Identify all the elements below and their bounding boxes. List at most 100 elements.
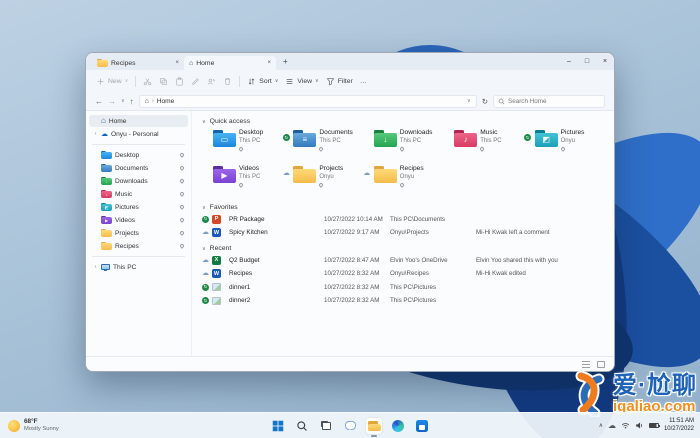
expand-chevron-icon[interactable]: ›: [93, 264, 98, 270]
search-box[interactable]: [493, 95, 605, 108]
copy-button[interactable]: [159, 77, 168, 86]
maximize-button[interactable]: □: [578, 53, 596, 70]
refresh-button[interactable]: ↻: [482, 97, 488, 106]
sidebar-item-pictures[interactable]: ◩ Pictures: [89, 201, 188, 213]
file-explorer-button[interactable]: [366, 418, 382, 434]
section-header-favorites[interactable]: ∨ Favorites: [202, 204, 604, 211]
this-pc-icon: [101, 264, 110, 270]
up-button[interactable]: ↑: [130, 97, 134, 106]
quick-access-tile-documents[interactable]: ↻ ≡ DocumentsThis PC: [282, 129, 362, 160]
file-row-q2-budget[interactable]: ☁ X Q2 Budget 10/27/2022 8:47 AM Elvin Y…: [202, 254, 604, 267]
cut-icon: [143, 77, 152, 86]
section-header-quick-access[interactable]: ∨ Quick access: [202, 118, 604, 125]
sidebar-item-music[interactable]: ♪ Music: [89, 188, 188, 200]
sidebar-item-desktop[interactable]: Desktop: [89, 149, 188, 161]
start-button[interactable]: [270, 418, 286, 434]
tab-recipes[interactable]: Recipes ×: [92, 56, 184, 70]
section-header-recent[interactable]: ∨ Recent: [202, 245, 604, 252]
share-button[interactable]: [207, 77, 216, 86]
sidebar-item-videos[interactable]: ▶ Videos: [89, 214, 188, 226]
tab-close-icon[interactable]: ×: [267, 60, 271, 66]
sidebar-item-this-pc[interactable]: › This PC: [89, 261, 188, 273]
file-row-recipes[interactable]: ☁ W Recipes 10/27/2022 8:32 AM Onyu\Reci…: [202, 268, 604, 281]
sidebar-item-projects[interactable]: Projects: [89, 227, 188, 239]
weather-widget[interactable]: 68°F Mostly Sunny: [8, 413, 59, 438]
quick-access-tile-downloads[interactable]: ↓ DownloadsThis PC: [363, 129, 443, 160]
quick-access-tile-videos[interactable]: ▶ VideosThis PC: [202, 165, 282, 196]
quick-access-tile-music[interactable]: ♪ MusicThis PC: [443, 129, 523, 160]
quick-access-tile-projects[interactable]: ☁ ProjectsOnyu: [282, 165, 362, 196]
file-row-dinner2[interactable]: ↻ dinner2 10/27/2022 8:32 AM This PC\Pic…: [202, 295, 604, 308]
cut-button[interactable]: [143, 77, 152, 86]
cloud-status-icon: ☁: [363, 170, 370, 177]
watermark: 爱·尬聊 igaliao.com: [569, 371, 697, 417]
view-button[interactable]: View ∨: [285, 77, 318, 86]
quick-access-tile-recipes[interactable]: ☁ RecipesOnyu: [363, 165, 443, 196]
collapse-chevron-icon[interactable]: ∨: [202, 205, 206, 211]
chevron-down-icon: ∨: [315, 78, 319, 84]
sidebar-item-documents[interactable]: Documents: [89, 162, 188, 174]
thumbnail-view-toggle[interactable]: [597, 361, 605, 368]
sort-button[interactable]: Sort ∨: [247, 77, 278, 86]
hidden-icons-chevron[interactable]: ∧: [599, 423, 603, 429]
file-row-pr-package[interactable]: ↻ P PR Package 10/27/2022 10:14 AM This …: [202, 213, 604, 226]
navigation-bar: ← → ∨ ↑ ⌂ › Home ∨ ↻: [86, 92, 614, 111]
search-input[interactable]: [508, 98, 600, 105]
breadcrumb[interactable]: ⌂ › Home ∨: [139, 95, 477, 108]
sidebar-item-home[interactable]: ⌂ Home: [89, 115, 188, 127]
filter-button[interactable]: Filter: [326, 77, 353, 86]
delete-button[interactable]: [223, 77, 232, 86]
new-tab-button[interactable]: +: [283, 57, 288, 66]
breadcrumb-item-home[interactable]: Home: [157, 98, 175, 105]
minimize-button[interactable]: –: [560, 53, 578, 70]
tab-close-icon[interactable]: ×: [175, 60, 179, 66]
back-button[interactable]: ←: [95, 97, 103, 106]
folder-icon: [293, 166, 316, 183]
pin-icon: [238, 183, 244, 189]
chat-button[interactable]: [342, 418, 358, 434]
folder-icon: [97, 59, 108, 67]
filter-icon: [326, 77, 335, 86]
search-button[interactable]: [294, 418, 310, 434]
watermark-brand: 爱·尬聊: [613, 374, 697, 398]
sidebar-item-recipes[interactable]: Recipes: [89, 240, 188, 252]
tab-home[interactable]: ⌂ Home ×: [184, 56, 276, 70]
more-options-button[interactable]: …: [360, 78, 367, 85]
music-folder-icon: ♪: [101, 190, 112, 198]
forward-button[interactable]: →: [108, 97, 116, 106]
battery-icon[interactable]: [649, 423, 659, 429]
clock[interactable]: 11:51 AM 10/27/2022: [664, 418, 694, 433]
sidebar-item-downloads[interactable]: ↓ Downloads: [89, 175, 188, 187]
onedrive-tray-icon[interactable]: ☁: [608, 422, 616, 430]
quick-access-tile-pictures[interactable]: ↻ ◩ PicturesOnyu: [524, 129, 604, 160]
file-row-dinner1[interactable]: ↻ dinner1 10/27/2022 8:32 AM This PC\Pic…: [202, 281, 604, 294]
collapse-chevron-icon[interactable]: ∨: [202, 119, 206, 125]
new-button[interactable]: New ∨: [96, 77, 128, 86]
sync-status-icon: ↻: [202, 284, 209, 291]
sidebar-item-onedrive[interactable]: › ☁ Onyu - Personal: [89, 128, 188, 140]
content-pane: ∨ Quick access ▭ DesktopThis PC ↻ ≡ Docu…: [191, 111, 614, 356]
address-dropdown-icon[interactable]: ∨: [467, 98, 471, 104]
expand-chevron-icon[interactable]: ›: [93, 131, 98, 137]
close-button[interactable]: ×: [596, 53, 614, 70]
task-view-button[interactable]: [318, 418, 334, 434]
collapse-chevron-icon[interactable]: ∨: [202, 246, 206, 252]
paste-button[interactable]: [175, 77, 184, 86]
details-view-toggle[interactable]: [582, 361, 590, 368]
desktop-folder-icon: [101, 151, 112, 159]
store-button[interactable]: [414, 418, 430, 434]
recent-locations-button[interactable]: ∨: [121, 98, 125, 104]
search-icon: [498, 98, 505, 105]
volume-icon[interactable]: [635, 421, 644, 430]
edge-button[interactable]: [390, 418, 406, 434]
quick-access-tile-desktop[interactable]: ▭ DesktopThis PC: [202, 129, 282, 160]
sync-status-icon: ↻: [283, 134, 290, 141]
share-icon: [207, 77, 216, 86]
cloud-status-icon: ☁: [202, 229, 209, 236]
downloads-folder-icon: ↓: [101, 177, 112, 185]
documents-folder-icon: ≡: [293, 130, 316, 147]
windows-logo-icon: [272, 420, 284, 432]
rename-button[interactable]: [191, 77, 200, 86]
wifi-icon[interactable]: [621, 421, 630, 430]
file-row-spicy-kitchen[interactable]: ☁ W Spicy Kitchen 10/27/2022 9:17 AM Ony…: [202, 227, 604, 240]
